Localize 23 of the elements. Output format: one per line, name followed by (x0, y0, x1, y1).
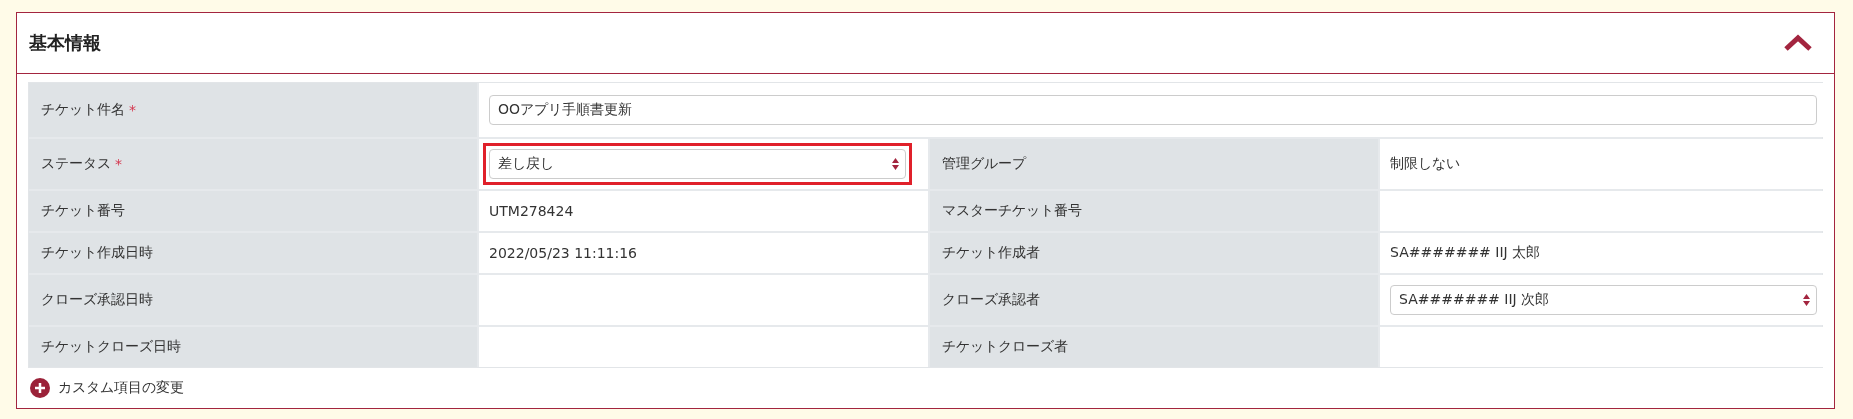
field-label: チケットクローズ者 (930, 327, 1378, 367)
field-label: チケット件名 * (29, 83, 477, 137)
field-label: 管理グループ (930, 139, 1378, 189)
field-label: ステータス * (29, 139, 477, 189)
custom-fields-link[interactable]: カスタム項目の変更 (30, 378, 184, 398)
field-value: 2022/05/23 11:11:16 (489, 245, 638, 261)
sort-arrows-icon (1803, 294, 1810, 306)
plus-circle-icon (30, 378, 50, 398)
select-field[interactable]: SA####### IIJ 次郎 (1390, 285, 1817, 315)
panel-title: 基本情報 (29, 31, 101, 55)
field-label: マスターチケット番号 (930, 191, 1378, 231)
field-label: クローズ承認日時 (29, 275, 477, 325)
select-field[interactable]: 差し戻し (489, 149, 906, 179)
sort-arrows-icon (892, 158, 899, 170)
field-label: クローズ承認者 (930, 275, 1378, 325)
field-label: チケットクローズ日時 (29, 327, 477, 367)
field-label: チケット作成者 (930, 233, 1378, 273)
text-field[interactable]: OOアプリ手順書更新 (489, 95, 1817, 125)
field-value: 制限しない (1390, 155, 1460, 173)
field-label: チケット番号 (29, 191, 477, 231)
field-value: SA####### IIJ 太郎 (1390, 244, 1541, 262)
field-value: UTM278424 (489, 203, 574, 219)
field-label: チケット作成日時 (29, 233, 477, 273)
